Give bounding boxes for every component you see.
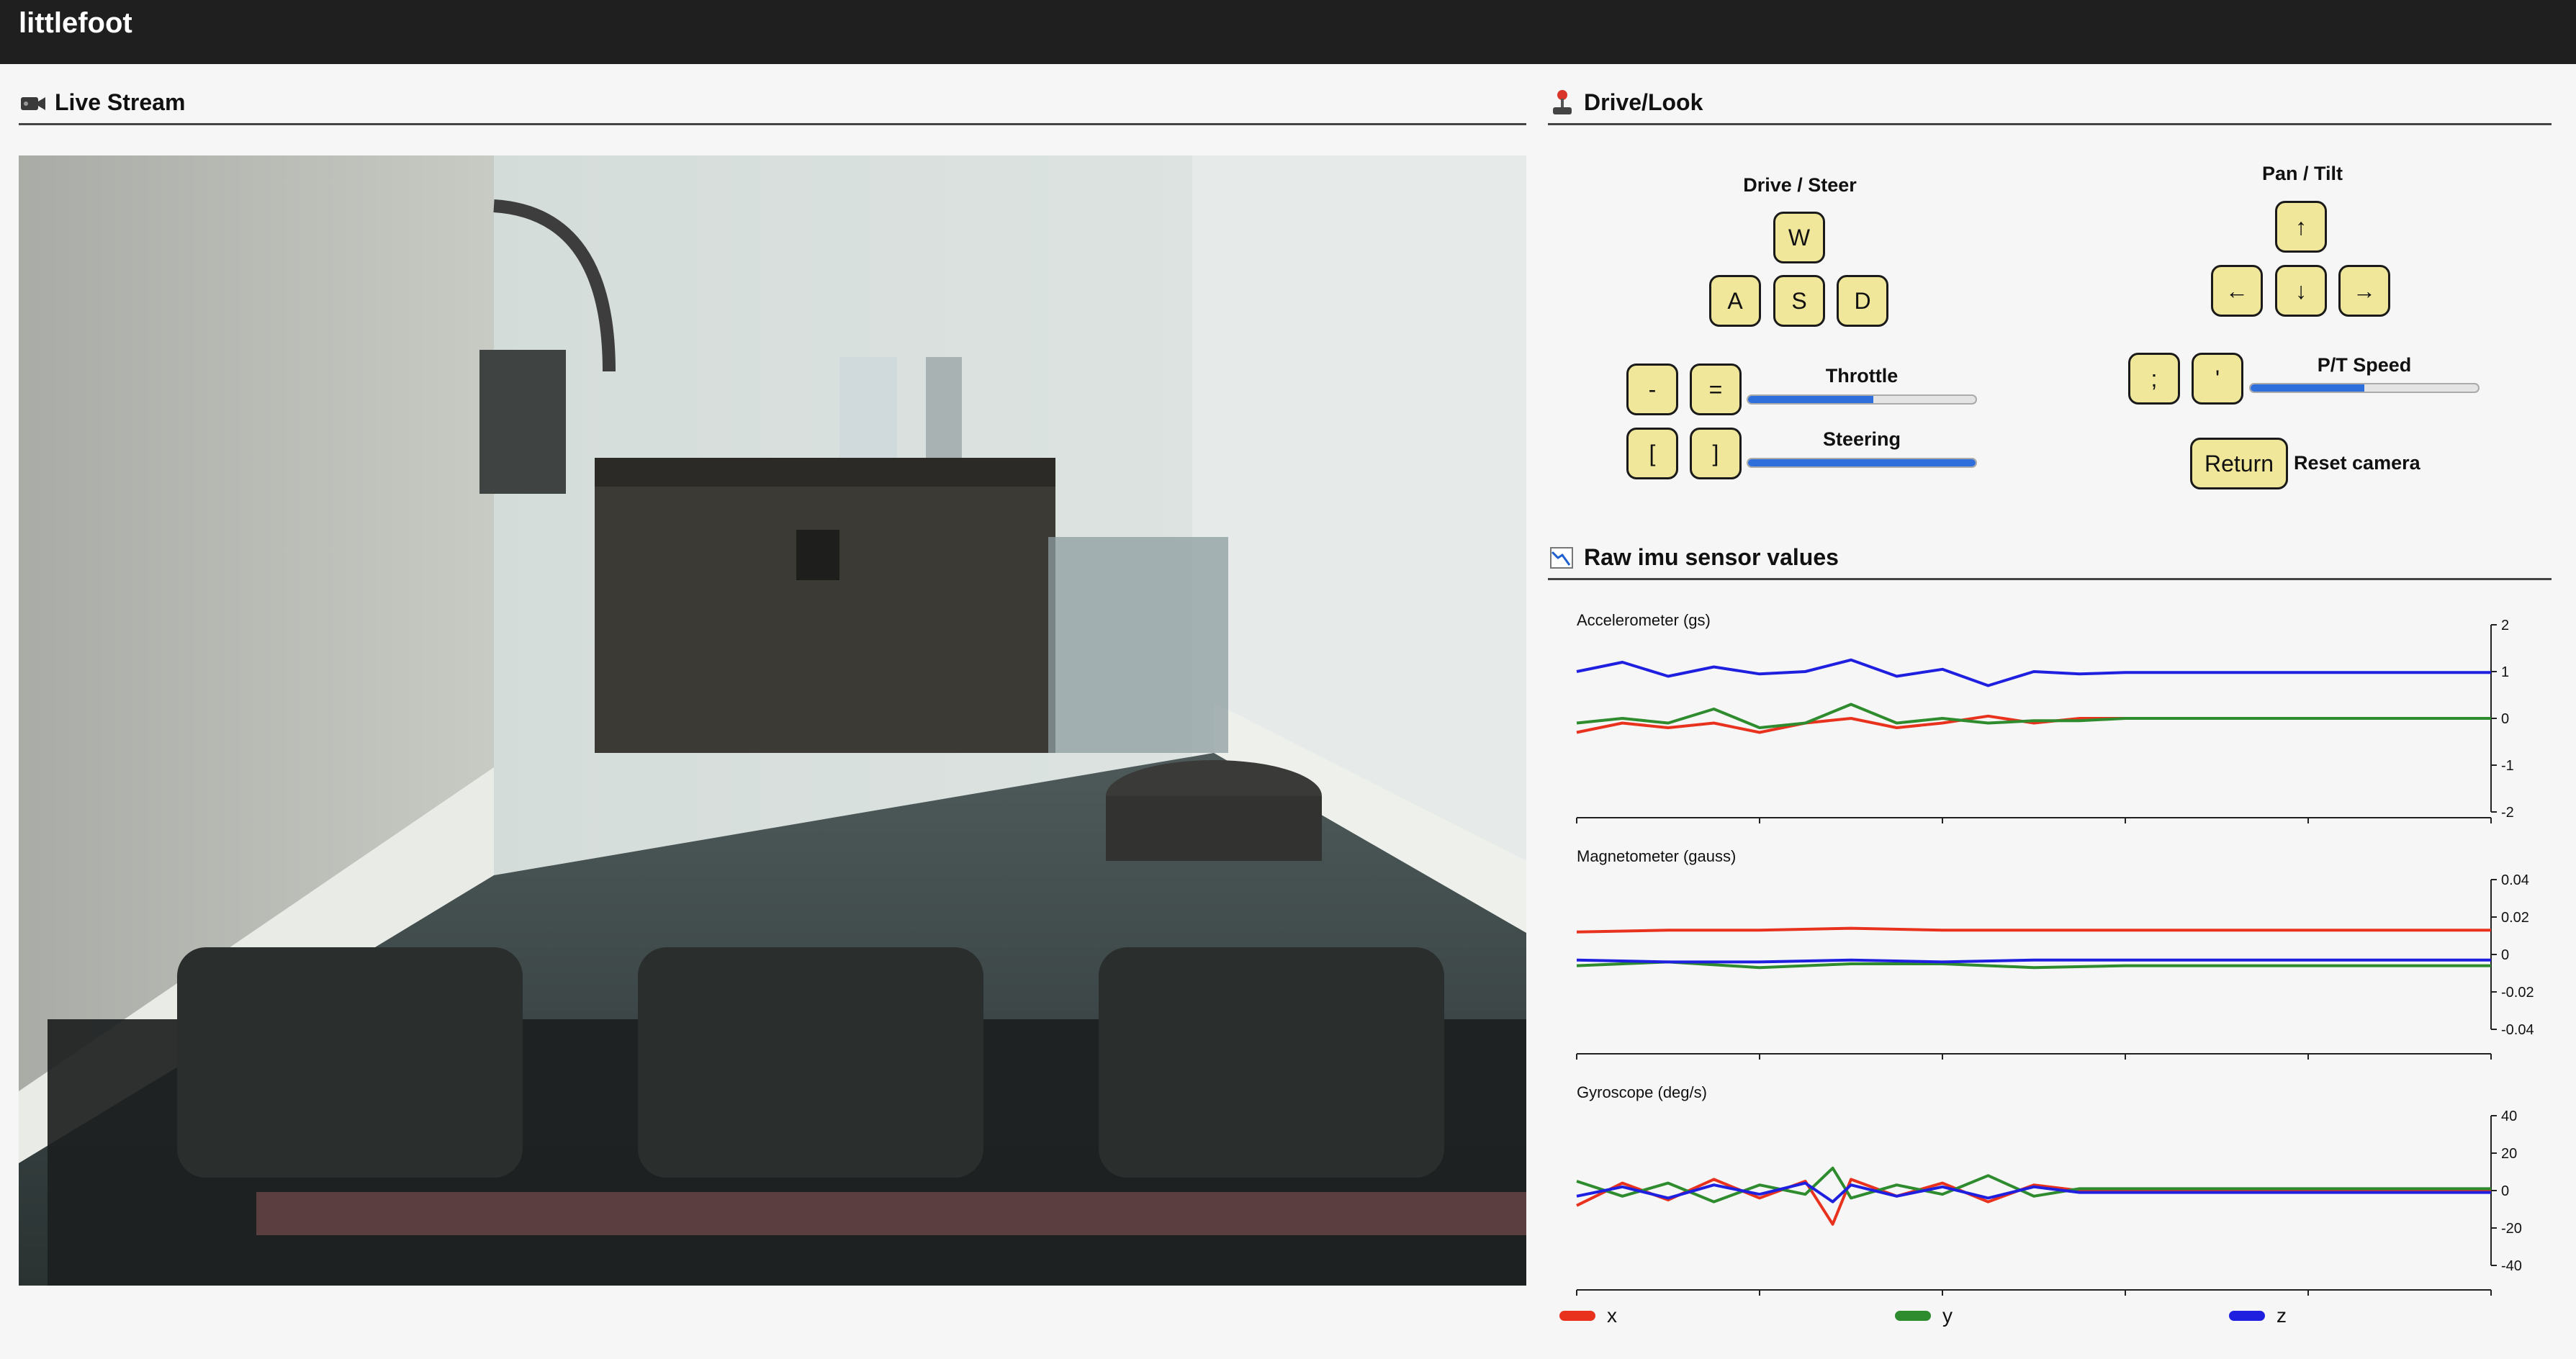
key-a-button[interactable]: A: [1709, 275, 1761, 327]
tilt-down-button[interactable]: ↓: [2275, 265, 2327, 317]
app-title: littlefoot: [19, 7, 132, 39]
series-line-z: [1576, 658, 2491, 687]
throttle-slider[interactable]: [1747, 394, 1977, 405]
steering-increase-button[interactable]: ]: [1690, 428, 1742, 479]
series-line-z: [1576, 1181, 2491, 1204]
throttle-label: Throttle: [1825, 365, 1899, 387]
throttle-increase-button[interactable]: =: [1690, 364, 1742, 415]
legend-swatch-z: [2229, 1311, 2265, 1321]
legend-swatch-y: [1895, 1311, 1931, 1321]
legend-label-x: x: [1607, 1304, 1617, 1327]
y-tick-label: 0.04: [2501, 872, 2529, 888]
y-tick-label: -0.02: [2501, 985, 2534, 1001]
imu-header: Raw imu sensor values: [1548, 537, 2552, 580]
pt-speed-slider-fill: [2251, 384, 2364, 392]
y-tick-label: 20: [2501, 1146, 2517, 1162]
y-tick-label: -20: [2501, 1221, 2522, 1237]
reset-camera-button[interactable]: Return: [2190, 438, 2288, 489]
live-stream-header: Live Stream: [19, 82, 1526, 125]
app-header: littlefoot: [0, 0, 2576, 64]
pan-left-button[interactable]: ←: [2211, 265, 2263, 317]
camera-frame: [19, 155, 1526, 1286]
steering-label: Steering: [1822, 428, 1901, 450]
legend-item-y: y: [1895, 1304, 1953, 1327]
gyroscope-chart: -10-8-6-4-2040200-20-40: [1567, 1109, 2522, 1301]
y-tick-label: -1: [2501, 758, 2514, 774]
pt-speed-decrease-button[interactable]: ;: [2128, 353, 2180, 405]
live-stream-video[interactable]: [19, 155, 1526, 1286]
pan-tilt-title: Pan / Tilt: [2261, 163, 2343, 184]
pt-speed-slider[interactable]: [2249, 383, 2480, 393]
y-tick-label: 1: [2501, 664, 2509, 680]
legend-item-z: z: [2229, 1304, 2287, 1327]
y-tick-label: 0: [2501, 947, 2509, 963]
steering-slider[interactable]: [1747, 458, 1977, 468]
throttle-slider-fill: [1748, 396, 1873, 403]
magnetometer-chart: -10-8-6-4-200.040.020-0.02-0.04: [1567, 872, 2534, 1065]
series-line-x: [1576, 926, 2491, 934]
y-tick-label: 2: [2501, 618, 2509, 633]
drive-steer-title: Drive / Steer: [1743, 174, 1857, 196]
y-tick-label: 0: [2501, 711, 2509, 727]
imu-title: Raw imu sensor values: [1584, 544, 1839, 570]
pt-speed-increase-button[interactable]: ': [2192, 353, 2243, 405]
legend-label-y: y: [1942, 1304, 1953, 1327]
reset-camera-label: Reset camera: [2294, 452, 2420, 474]
y-tick-label: -40: [2501, 1258, 2522, 1274]
series-line-z: [1576, 958, 2491, 964]
pan-right-button[interactable]: →: [2338, 265, 2390, 317]
drive-look-title: Drive/Look: [1584, 89, 1703, 115]
key-w-button[interactable]: W: [1773, 212, 1825, 263]
legend-swatch-x: [1559, 1311, 1595, 1321]
legend-item-x: x: [1559, 1304, 1617, 1327]
y-tick-label: 0: [2501, 1183, 2509, 1199]
chart-icon: [1548, 543, 1577, 572]
pt-speed-label: P/T Speed: [2317, 354, 2412, 376]
video-camera-icon: [19, 89, 48, 117]
y-tick-label: 40: [2501, 1109, 2517, 1124]
accelerometer-chart: -10-8-6-4-20210-1-2: [1567, 618, 2514, 829]
steering-slider-fill: [1748, 459, 1976, 466]
drive-look-header: Drive/Look: [1548, 82, 2552, 125]
live-stream-title: Live Stream: [55, 89, 186, 115]
y-tick-label: -0.04: [2501, 1022, 2534, 1038]
joystick-icon: [1548, 89, 1577, 117]
y-tick-label: -2: [2501, 805, 2514, 821]
key-s-button[interactable]: S: [1773, 275, 1825, 327]
steering-decrease-button[interactable]: [: [1626, 428, 1678, 479]
y-tick-label: 0.02: [2501, 910, 2529, 926]
throttle-decrease-button[interactable]: -: [1626, 364, 1678, 415]
legend-label-z: z: [2276, 1304, 2287, 1327]
tilt-up-button[interactable]: ↑: [2275, 201, 2327, 253]
key-d-button[interactable]: D: [1837, 275, 1888, 327]
